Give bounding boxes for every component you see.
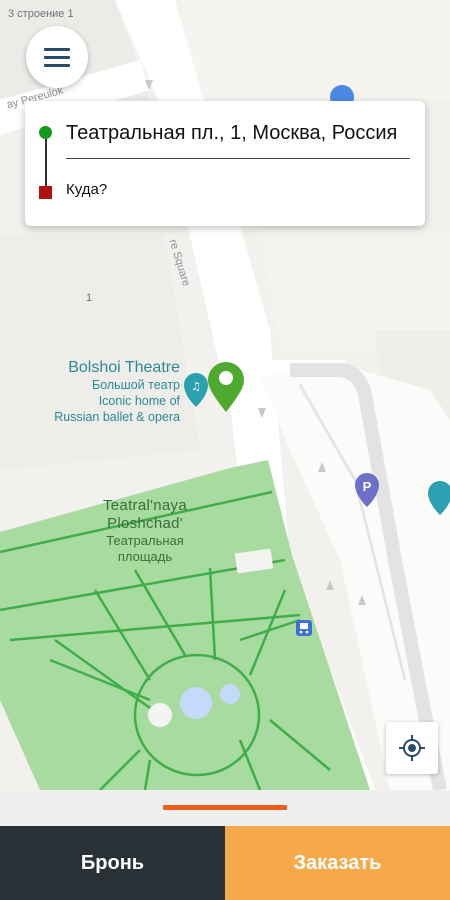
parking-letter: P <box>363 479 372 494</box>
panel-drag-handle[interactable] <box>163 805 287 810</box>
park-title-line1: Teatral'naya <box>102 497 187 514</box>
poi-title: Bolshoi Theatre <box>68 359 180 376</box>
book-button[interactable]: Бронь <box>0 826 225 900</box>
my-location-button[interactable] <box>386 722 438 774</box>
hamburger-menu-icon <box>44 43 70 72</box>
fountain <box>180 687 212 719</box>
route-card: Театральная пл., 1, Москва, Россия Куда? <box>25 101 425 226</box>
route-connector-line <box>44 139 47 186</box>
bottom-action-panel: Бронь Заказать <box>0 790 450 900</box>
bus-stop-icon[interactable] <box>296 620 312 636</box>
svg-text:♫: ♫ <box>191 380 201 393</box>
building-label: 3 строение 1 <box>8 8 74 20</box>
fountain <box>220 684 240 704</box>
origin-dot-icon <box>39 126 52 139</box>
order-button[interactable]: Заказать <box>225 826 450 900</box>
house-number-label: 1 <box>86 292 93 304</box>
menu-button[interactable] <box>26 26 88 88</box>
poi-label-group[interactable]: Bolshoi Theatre Большой театр Iconic hom… <box>40 358 180 425</box>
park-feature <box>148 703 172 727</box>
poi-subtitle-ru: Большой театр <box>91 378 180 392</box>
my-location-icon <box>399 735 425 761</box>
park-title-line2: Ploshchad' <box>107 515 183 532</box>
building-block <box>0 235 200 470</box>
taxi-app-screen: ♫ P 3 строение 1 ay Pereulok re Square 1… <box>0 0 450 900</box>
destination-square-icon <box>39 186 52 199</box>
building-block <box>180 0 450 100</box>
poi-description-line2: Russian ballet & opera <box>54 410 180 424</box>
park-ru-line1: Театральная <box>106 533 184 548</box>
origin-address-field[interactable]: Театральная пл., 1, Москва, Россия <box>66 119 410 159</box>
park-label-group: Teatral'naya Ploshchad' Театральная площ… <box>90 497 200 565</box>
poi-description-line1: Iconic home of <box>98 394 180 408</box>
destination-field[interactable]: Куда? <box>66 181 107 198</box>
park-ru-line2: площадь <box>117 549 173 564</box>
